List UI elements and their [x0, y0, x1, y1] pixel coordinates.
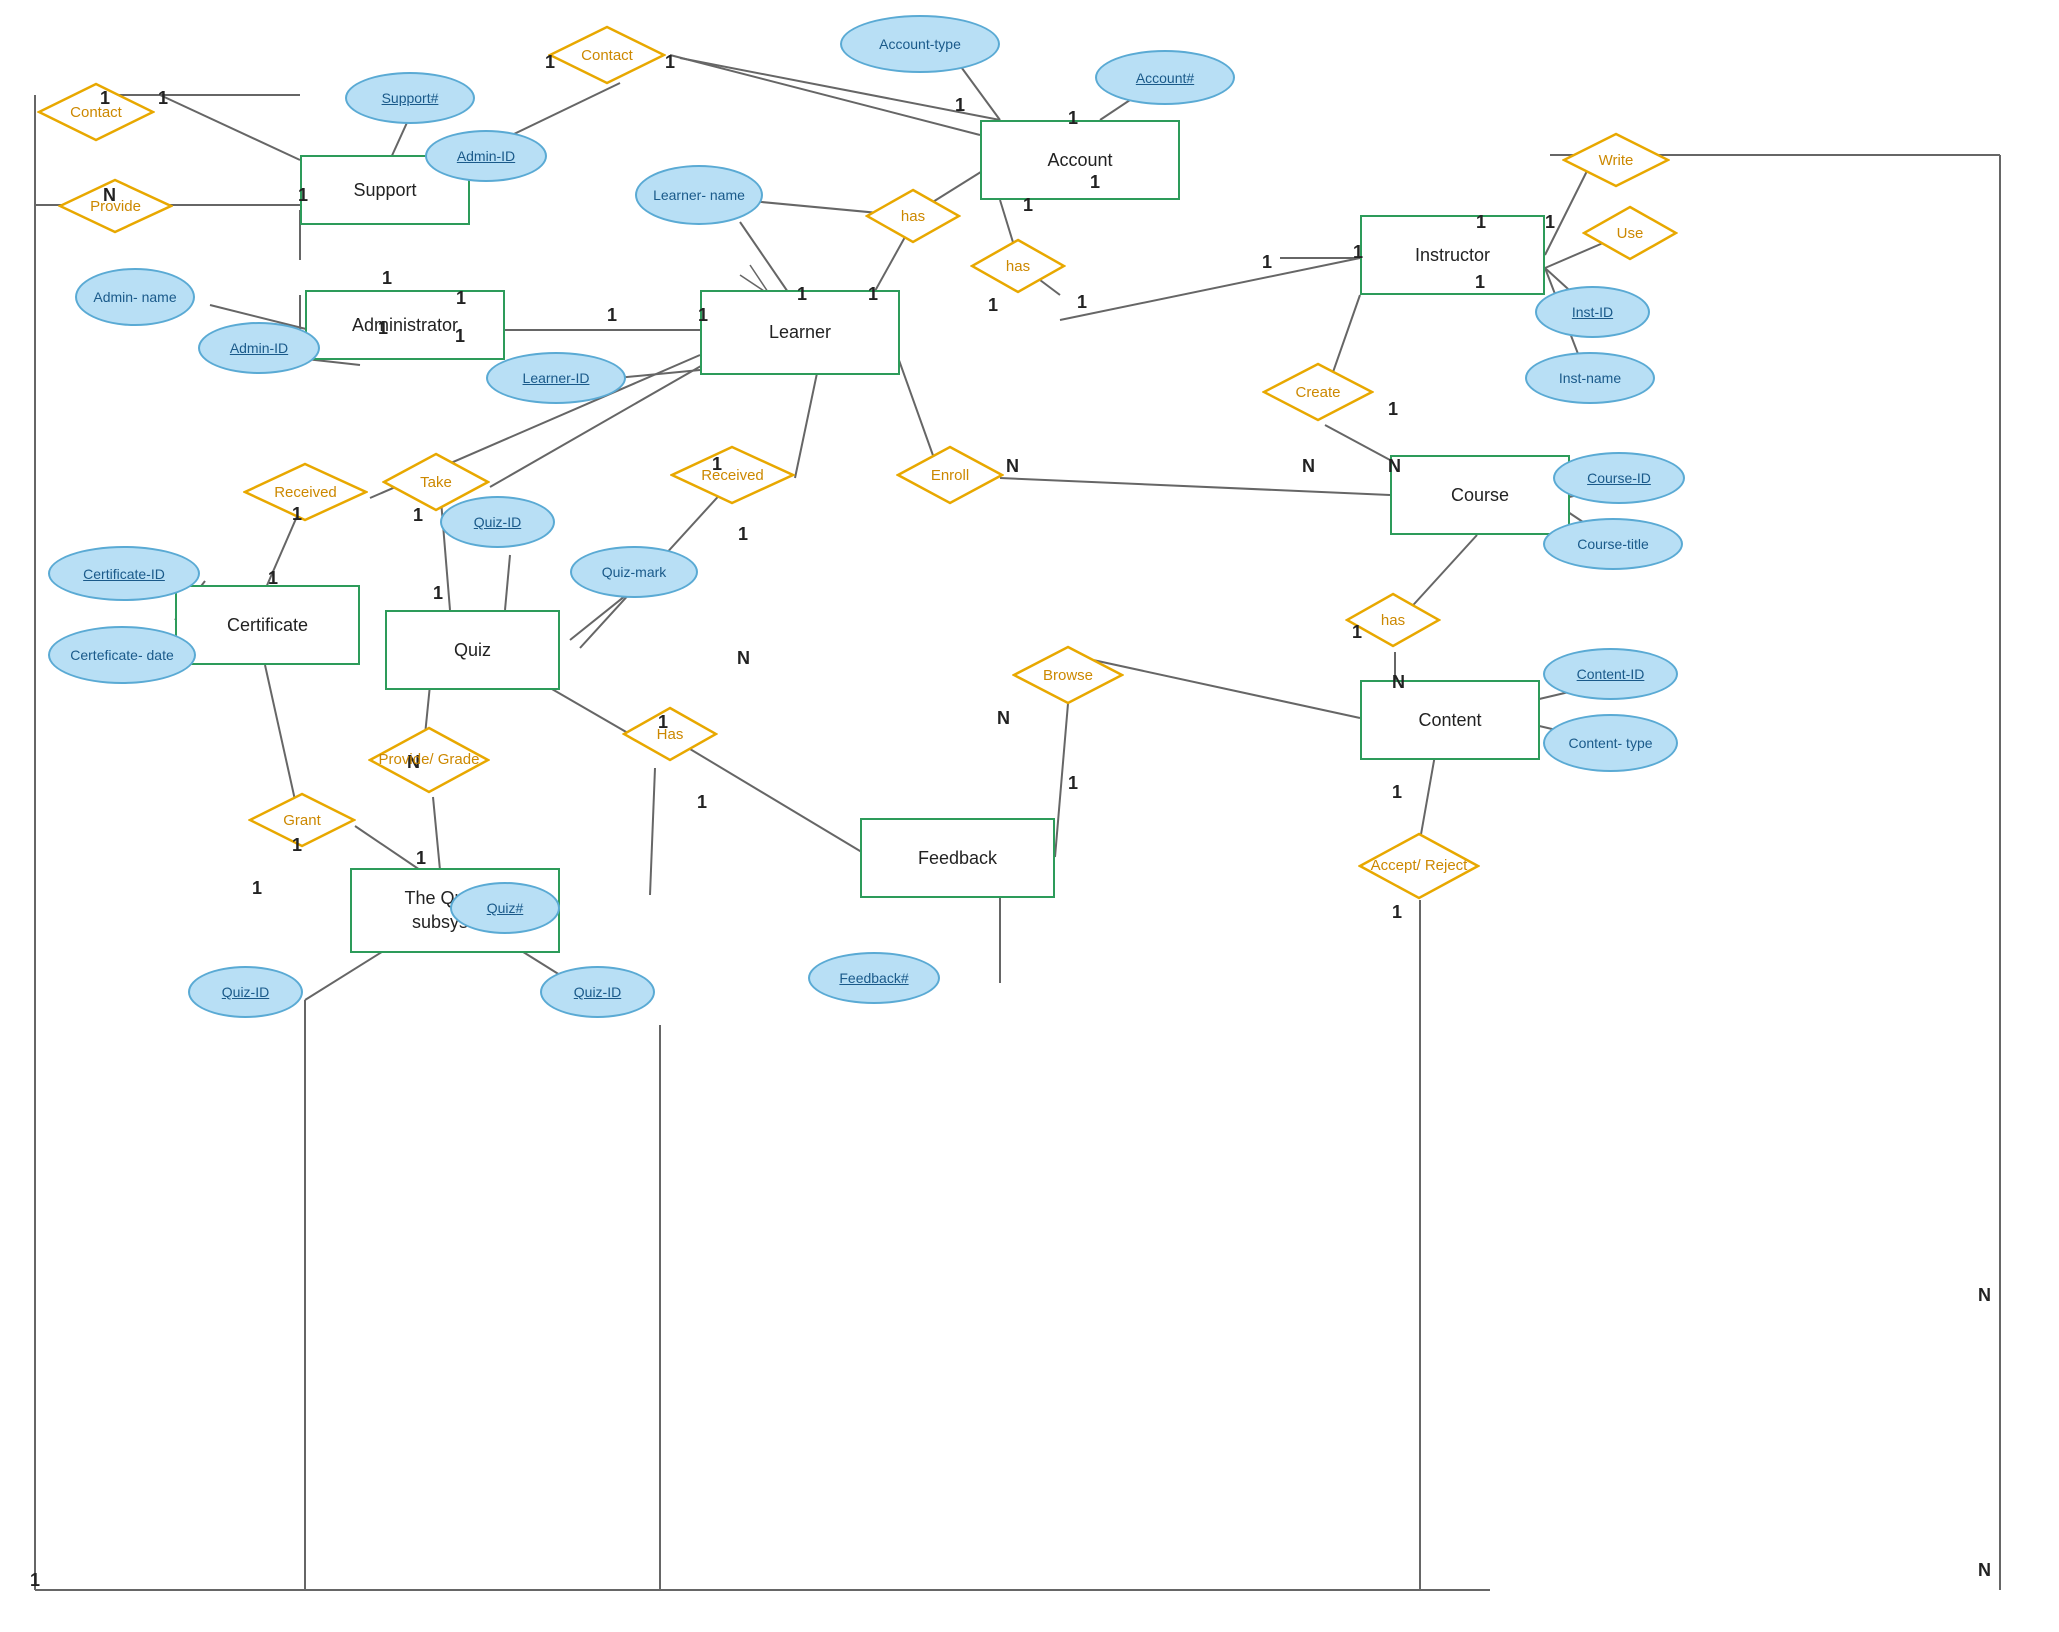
rel-browse: Browse [1012, 645, 1124, 705]
card-21: 1 [1262, 252, 1272, 273]
card-20: 1 [1077, 292, 1087, 313]
rel-received2: Received [670, 445, 795, 505]
rel-enroll: Enroll [896, 445, 1004, 505]
card-12: 1 [456, 288, 466, 309]
attr-quiz-num: Quiz# [450, 882, 560, 934]
attr-quiz-mark: Quiz-mark [570, 546, 698, 598]
card-38: 1 [1068, 773, 1078, 794]
rel-has-quiz: Has [622, 706, 718, 762]
entity-content: Content [1360, 680, 1540, 760]
card-3: 1 [1068, 108, 1078, 129]
card-14: 1 [455, 326, 465, 347]
card-8: 1 [158, 88, 168, 109]
attr-admin-id-top: Admin-ID [425, 130, 547, 182]
attr-learner-id: Learner-ID [486, 352, 626, 404]
card-31: 1 [413, 505, 423, 526]
card-18: 1 [868, 284, 878, 305]
rel-has2: has [970, 238, 1066, 294]
attr-admin-name: Admin- name [75, 268, 195, 326]
entity-feedback: Feedback [860, 818, 1055, 898]
card-40: N [1392, 672, 1405, 693]
card-11: 1 [382, 268, 392, 289]
card-19: 1 [988, 295, 998, 316]
card-17: 1 [797, 284, 807, 305]
card-30: 1 [268, 568, 278, 589]
rel-create: Create [1262, 362, 1374, 422]
card-42: 1 [1392, 902, 1402, 923]
entity-administrator: Administrator [305, 290, 505, 360]
card-48: 1 [252, 878, 262, 899]
rel-provide-grade: Provide/ Grade [368, 726, 490, 794]
rel-use: Use [1582, 205, 1678, 261]
attr-content-id: Content-ID [1543, 648, 1678, 700]
attr-support-num: Support# [345, 72, 475, 124]
attr-content-type: Content- type [1543, 714, 1678, 772]
card-28: N [1388, 456, 1401, 477]
card-6: 1 [1023, 195, 1033, 216]
card-16: 1 [698, 305, 708, 326]
card-29: 1 [292, 504, 302, 525]
attr-cert-date: Certeficate- date [48, 626, 196, 684]
card-47: 1 [292, 835, 302, 856]
rel-take: Take [382, 452, 490, 512]
rel-contact-left: Contact [37, 82, 155, 142]
card-22: 1 [1353, 242, 1363, 263]
card-35: N [737, 648, 750, 669]
attr-course-id: Course-ID [1553, 452, 1685, 504]
rel-received1: Received [243, 462, 368, 522]
card-25: 1 [1475, 272, 1485, 293]
rel-accept-reject: Accept/ Reject [1358, 832, 1480, 900]
card-27: N [1302, 456, 1315, 477]
card-39: 1 [1352, 622, 1362, 643]
attr-inst-name: Inst-name [1525, 352, 1655, 404]
card-right-n2: N [1978, 1560, 1991, 1581]
entity-certificate: Certificate [175, 585, 360, 665]
entity-quiz: Quiz [385, 610, 560, 690]
diagram-container: Account Support Administrator Learner In… [0, 0, 2059, 1632]
rel-contact-top: Contact [548, 25, 666, 85]
card-44: 1 [697, 792, 707, 813]
card-24: 1 [1545, 212, 1555, 233]
card-37: N [997, 708, 1010, 729]
card-right-n1: N [1978, 1285, 1991, 1306]
card-10: 1 [298, 185, 308, 206]
card-4: 1 [545, 52, 555, 73]
card-23: 1 [1476, 212, 1486, 233]
card-26: 1 [1388, 399, 1398, 420]
card-5: 1 [1090, 172, 1100, 193]
card-46: 1 [416, 848, 426, 869]
attr-quiz-id-left: Quiz-ID [188, 966, 303, 1018]
card-41: 1 [1392, 782, 1402, 803]
rel-has1: has [865, 188, 961, 244]
card-34: 1 [738, 524, 748, 545]
rel-write: Write [1562, 132, 1670, 188]
card-1: 1 [665, 52, 675, 73]
card-2: 1 [955, 95, 965, 116]
entity-instructor: Instructor [1360, 215, 1545, 295]
card-13: 1 [378, 318, 388, 339]
card-36: N [1006, 456, 1019, 477]
attr-admin-id-bot: Admin-ID [198, 322, 320, 374]
attr-course-title: Course-title [1543, 518, 1683, 570]
attr-account-num: Account# [1095, 50, 1235, 105]
entity-course: Course [1390, 455, 1570, 535]
attr-inst-id: Inst-ID [1535, 286, 1650, 338]
attr-cert-id: Certificate-ID [48, 546, 200, 601]
attr-quiz-id-bot: Quiz-ID [540, 966, 655, 1018]
card-32: 1 [433, 583, 443, 604]
card-15: 1 [607, 305, 617, 326]
card-bottom-1: 1 [30, 1570, 40, 1591]
attr-learner-name: Learner- name [635, 165, 763, 225]
attr-feedback-num: Feedback# [808, 952, 940, 1004]
entity-account: Account [980, 120, 1180, 200]
attr-account-type: Account-type [840, 15, 1000, 73]
